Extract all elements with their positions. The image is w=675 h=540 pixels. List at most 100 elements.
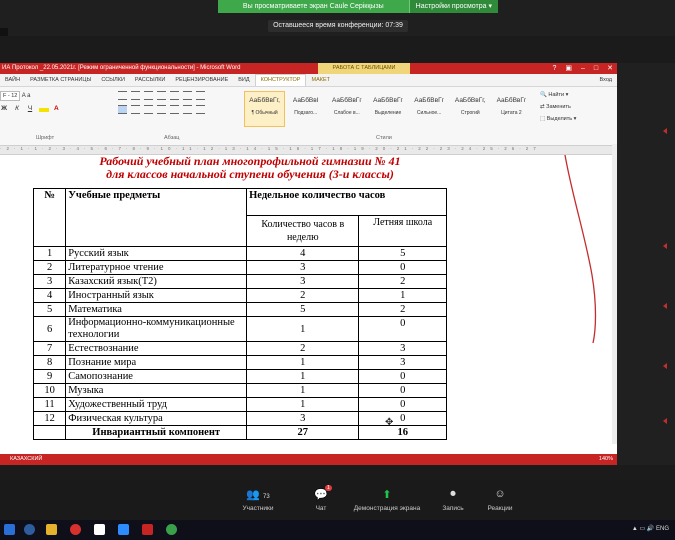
font-size-select[interactable]: F - 12 [0,91,21,101]
participants-count: 73 [263,494,270,500]
style-quote2-sample: АаБбВвГг [496,97,527,104]
reactions-icon: ☺ [494,488,506,500]
yandex-icon[interactable] [70,524,81,535]
restore-ribbon-icon[interactable]: ▣ [565,63,572,74]
meeting-timer: Оставшееся время конференции: 07:39 [268,20,408,32]
word-app-icon[interactable] [142,524,153,535]
style-subtle[interactable]: АаБбВвГг Слабое в... [326,91,367,127]
tab-layout[interactable]: МАКЕТ [306,77,334,83]
style-strict[interactable]: АаБбВвГг, Строгий [450,91,491,127]
styles-group-label: Стили [376,135,392,141]
tab-review[interactable]: РЕЦЕНЗИРОВАНИЕ [170,77,233,83]
format-row: Ж К Ч A [0,105,110,112]
maximize-icon[interactable]: □ [594,63,598,74]
reactions-button[interactable]: ☺ Реакции [470,488,530,512]
start-icon[interactable] [4,524,15,535]
style-strong-emph-name: Сильное... [416,110,442,116]
folder-icon[interactable] [46,524,57,535]
borders-icon[interactable] [196,105,205,114]
chrome-icon[interactable] [166,524,177,535]
highlight-icon[interactable] [39,108,49,112]
tab-page-layout[interactable]: РАЗМЕТКА СТРАНИЦЫ [25,77,96,83]
close-icon[interactable]: ✕ [607,63,613,74]
zoom-app-icon[interactable] [118,524,129,535]
replace-button[interactable]: ⇄ Заменить [540,101,616,113]
language-indicator[interactable]: КАЗАХСКИЙ [10,454,42,465]
zoom-toolbar: 👥 73 Участники 💬 1 Чат ⬆ Демонстрация экр… [0,480,675,520]
tray-area: ▲ ▭ 🔊 ENG [631,526,669,532]
style-subtitle[interactable]: АаБбВвІ Подзаго... [285,91,326,127]
tab-constructor[interactable]: КОНСТРУКТОР [254,74,307,86]
login-link[interactable]: Вход [595,77,617,83]
sort-icon[interactable] [183,91,192,100]
align-right-icon[interactable] [144,105,153,114]
style-strong-emph[interactable]: АаБбВвГг Сильное... [409,91,450,127]
justify-icon[interactable] [157,105,166,114]
ribbon-tabs: ВАЙН РАЗМЕТКА СТРАНИЦЫ ССЫЛКИ РАССЫЛКИ Р… [0,74,617,87]
os-taskbar: ▲ ▭ 🔊 ENG [0,520,675,540]
underline-button[interactable]: Ч [26,105,34,112]
tab-view[interactable]: ВИД [233,77,254,83]
help-icon[interactable]: ? [552,63,556,74]
decrease-indent-icon[interactable] [157,91,166,100]
search-icon[interactable] [24,524,35,535]
zoom-top-bar: Вы просматриваете экран Саule Серікқызы … [0,0,675,36]
reactions-label: Реакции [487,505,513,512]
grow-font-icon[interactable]: A [22,93,26,99]
editing-group: 🔍 Найти ▾ ⇄ Заменить ⬚ Выделить ▾ [540,89,616,125]
zoom-level[interactable]: 140% [599,454,613,465]
share-screen-button[interactable]: ⬆ Демонстрация экрана [342,488,432,512]
shading-icon[interactable] [183,105,192,114]
document-title: ИА Протокол _22.05.2021г. [Режим огранич… [2,65,241,71]
word-window: ИА Протокол _22.05.2021г. [Режим огранич… [0,63,617,465]
style-normal-sample: АаБбВвГг, [249,97,280,104]
style-emphasis[interactable]: АаБбВвГг Выделение [367,91,408,127]
tab-design[interactable]: ВАЙН [0,77,25,83]
font-color-icon[interactable]: A [54,105,59,112]
participants-icon: 👥 73 [246,489,270,501]
style-quote2[interactable]: АаБбВвГг Цитата 2 [491,91,532,127]
store-icon[interactable] [94,524,105,535]
align-center-icon[interactable] [131,105,140,114]
style-subtitle-sample: АаБбВвІ [292,97,319,104]
minimize-icon[interactable]: – [581,63,585,74]
style-strict-name: Строгий [460,110,480,116]
italic-button[interactable]: К [13,105,21,112]
style-subtitle-name: Подзаго... [294,110,318,116]
view-options-button[interactable]: Настройки просмотра ▾ [408,0,498,13]
align-left-icon[interactable] [118,105,127,114]
increase-indent-icon[interactable] [170,91,179,100]
style-normal[interactable]: АаБбВвГг, ¶ Обычный [244,91,286,127]
find-label: Найти [548,92,565,98]
participants-button[interactable]: 👥 73 Участники [228,488,288,512]
numbering-icon[interactable] [131,91,140,100]
style-emphasis-name: Выделение [374,110,402,116]
replace-label: Заменить [546,104,571,110]
bullets-icon[interactable] [118,91,127,100]
annotation-arrow-icon [663,128,667,134]
line-spacing-icon[interactable] [170,105,179,114]
share-banner-text: Вы просматриваете экран Саule Серікқызы [242,3,384,10]
tab-references[interactable]: ССЫЛКИ [96,77,130,83]
select-button[interactable]: ⬚ Выделить ▾ [540,113,616,125]
pilcrow-icon[interactable] [196,91,205,100]
multilevel-icon[interactable] [144,91,153,100]
word-titlebar: ИА Протокол _22.05.2021г. [Режим огранич… [0,63,617,74]
style-strict-sample: АаБбВвГг, [454,97,486,104]
tab-mailings[interactable]: РАССЫЛКИ [130,77,170,83]
paragraph-group-label: Абзац [164,135,180,141]
share-screen-label: Демонстрация экрана [353,505,421,512]
window-corner [0,28,8,36]
view-options-label: Настройки просмотра [415,3,487,10]
table-tools-label: РАБОТА С ТАБЛИЦАМИ [318,63,410,74]
annotation-arrow-icon [663,243,667,249]
annotation-arrow-icon [663,363,667,369]
share-banner: Вы просматриваете экран Саule Серікқызы … [218,0,498,13]
bold-button[interactable]: Ж [0,105,8,112]
find-button[interactable]: 🔍 Найти ▾ [540,89,616,101]
chat-label: Чат [315,505,327,512]
style-quote2-name: Цитата 2 [501,110,522,116]
document-page[interactable]: Рабочий учебный план многопрофильной гим… [0,155,617,455]
shrink-font-icon[interactable]: a [27,93,30,99]
style-normal-name: ¶ Обычный [251,110,278,116]
